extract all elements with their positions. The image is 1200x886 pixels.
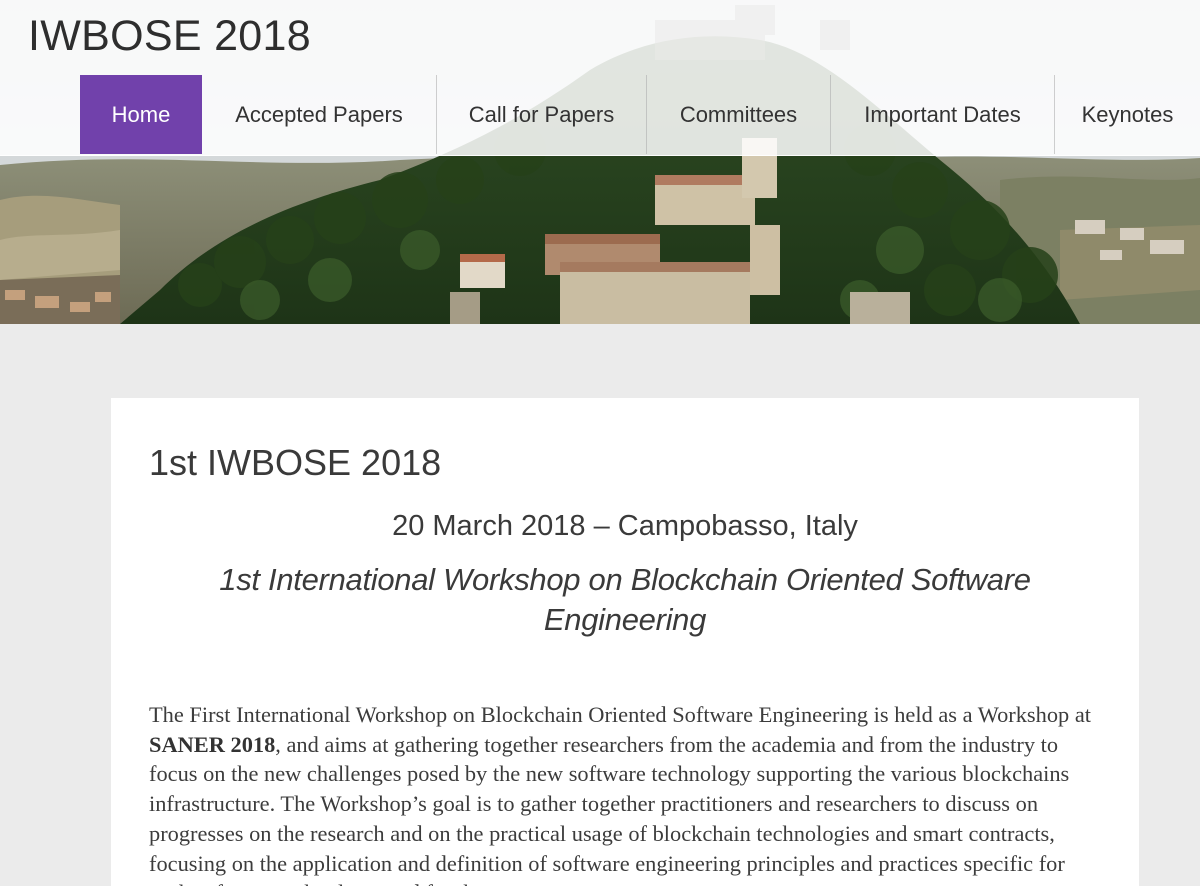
nav-important-dates[interactable]: Important Dates xyxy=(831,75,1055,154)
intro-text-start: The First International Workshop on Bloc… xyxy=(149,702,1091,727)
nav-call-for-papers[interactable]: Call for Papers xyxy=(437,75,647,154)
nav-committees[interactable]: Committees xyxy=(647,75,831,154)
saner-2018-highlight: SANER 2018 xyxy=(149,731,276,757)
event-full-name: 1st International Workshop on Blockchain… xyxy=(219,562,1031,637)
content-card: 1st IWBOSE 2018 20 March 2018 – Campobas… xyxy=(111,398,1139,886)
event-date-location: 20 March 2018 – Campobasso, Italy xyxy=(392,510,858,542)
nav-keynotes[interactable]: Keynotes xyxy=(1055,75,1200,154)
page-title: 1st IWBOSE 2018 xyxy=(149,442,442,483)
site-title[interactable]: IWBOSE 2018 xyxy=(28,12,311,60)
nav-accepted-papers[interactable]: Accepted Papers xyxy=(202,75,437,154)
intro-text-rest: , and aims at gathering together researc… xyxy=(149,731,1070,886)
intro-paragraph: The First International Workshop on Bloc… xyxy=(149,700,1099,886)
hero-banner: IWBOSE 2018 Home Accepted Papers Call fo… xyxy=(0,0,1200,324)
main-navigation: Home Accepted Papers Call for Papers Com… xyxy=(80,75,1200,154)
nav-home[interactable]: Home xyxy=(80,75,202,154)
site-header: IWBOSE 2018 Home Accepted Papers Call fo… xyxy=(0,0,1200,156)
